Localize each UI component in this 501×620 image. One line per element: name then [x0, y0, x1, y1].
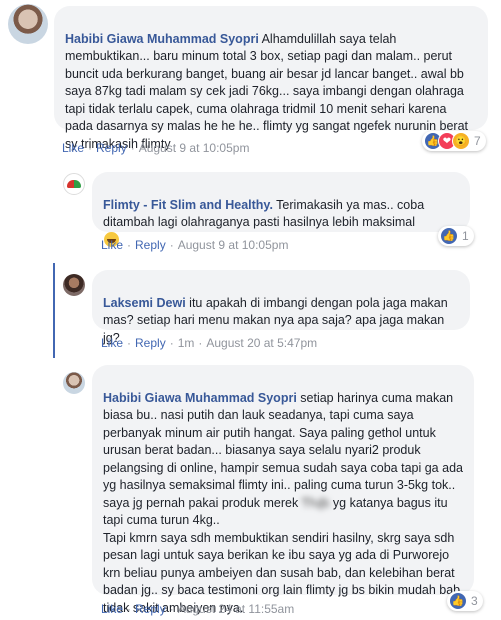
reply-link[interactable]: Reply: [135, 602, 166, 616]
avatar[interactable]: [63, 173, 85, 195]
like-link[interactable]: Like: [62, 141, 84, 155]
flimty-logo-icon: [67, 180, 81, 188]
like-reaction-icon: 👍: [440, 227, 458, 245]
like-reaction-icon: 👍: [449, 592, 467, 610]
comment-author[interactable]: Flimty - Fit Slim and Healthy.: [103, 198, 273, 212]
comment-text: Alhamdulillah saya telah membuktikan... …: [65, 31, 469, 151]
comment-bubble: Habibi Giawa Muhammad Syopri Alhamdulill…: [54, 6, 488, 151]
wow-reaction-icon: 😮: [452, 132, 470, 150]
comment-author[interactable]: Laksemi Dewi: [103, 296, 186, 310]
like-link[interactable]: Like: [101, 336, 123, 350]
like-link[interactable]: Like: [101, 602, 123, 616]
comment-bubble: Flimty - Fit Slim and Healthy. Terimakas…: [92, 172, 470, 247]
comment-age[interactable]: 1m: [178, 336, 195, 350]
avatar[interactable]: [8, 4, 48, 44]
reply-link[interactable]: Reply: [135, 238, 166, 252]
reaction-count: 7: [474, 134, 481, 148]
reactions[interactable]: 👍 1: [438, 226, 474, 246]
reaction-count: 1: [462, 229, 469, 243]
avatar[interactable]: [63, 274, 85, 296]
comment-author[interactable]: Habibi Giawa Muhammad Syopri: [65, 32, 259, 46]
reply-link[interactable]: Reply: [96, 141, 127, 155]
comment-timestamp[interactable]: August 20 at 5:47pm: [206, 336, 317, 350]
comment-timestamp[interactable]: August 9 at 10:05pm: [178, 238, 289, 252]
comment-text-part-1: setiap harinya cuma makan biasa bu.. nas…: [103, 390, 463, 510]
comment-actions: Like · Reply · 1m · August 20 at 5:47pm: [101, 336, 318, 350]
thread-highlight-line: [53, 263, 55, 358]
reactions[interactable]: 👍 3: [447, 591, 483, 611]
comment-timestamp[interactable]: August 9 at 10:05pm: [139, 141, 250, 155]
comment-bubble: Habibi Giawa Muhammad Syopri setiap hari…: [92, 365, 474, 615]
like-link[interactable]: Like: [101, 238, 123, 252]
comment-actions: Like · Reply · August 9 at 10:05pm: [62, 141, 250, 155]
comment-timestamp[interactable]: August 24 at 11:55am: [178, 602, 295, 616]
comment-author[interactable]: Habibi Giawa Muhammad Syopri: [103, 391, 297, 405]
comment-actions: Like · Reply · August 24 at 11:55am: [101, 602, 295, 616]
reaction-count: 3: [471, 594, 478, 608]
comment-bubble: Laksemi Dewi itu apakah di imbangi denga…: [92, 270, 470, 345]
reply-link[interactable]: Reply: [135, 336, 166, 350]
comment-actions: Like · Reply · August 9 at 10:05pm: [101, 238, 289, 252]
comment-text-part-2: yg katanya bagus itu tapi cuma turun 4kg…: [103, 495, 461, 615]
avatar[interactable]: [63, 372, 85, 394]
reactions[interactable]: 👍 ❤ 😮 7: [422, 131, 486, 151]
redacted-brand-name: Ƭƕʃs: [301, 495, 330, 510]
